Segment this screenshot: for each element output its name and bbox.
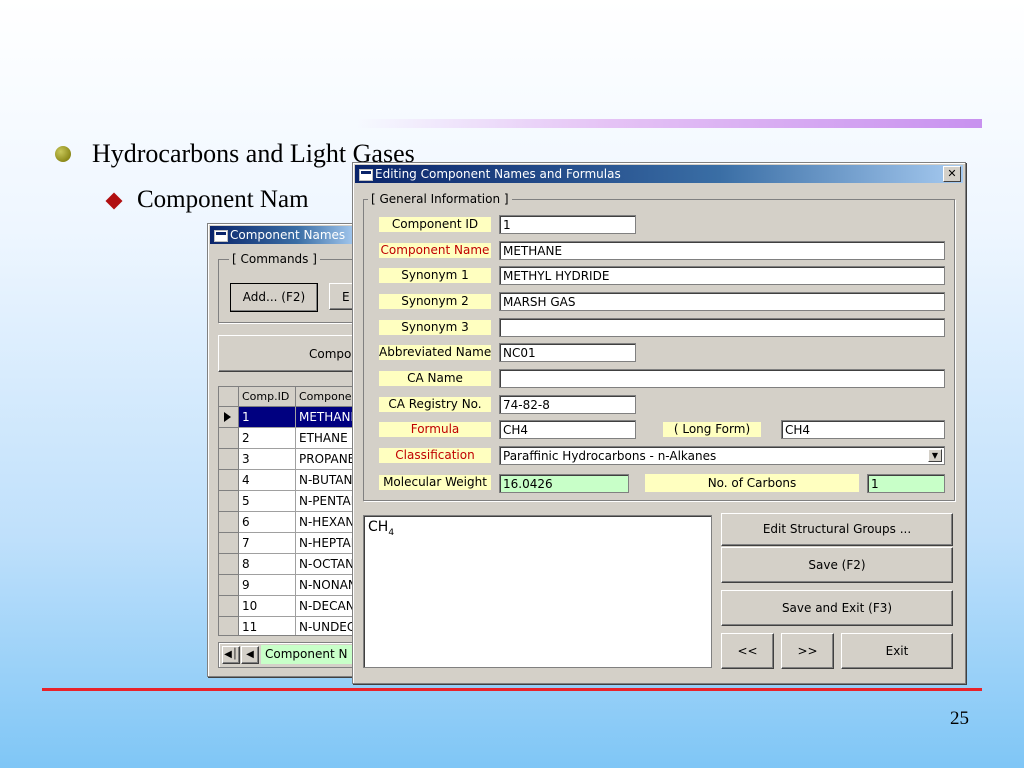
table-row[interactable]: 2 ETHANE — [219, 428, 364, 449]
table-row[interactable]: 4 N-BUTANE — [219, 470, 364, 491]
component-name-field[interactable]: METHANE — [499, 241, 945, 260]
slide-top-bar — [355, 119, 982, 128]
cell-comp-id[interactable]: 1 — [239, 407, 296, 428]
first-record-icon[interactable]: ◀│ — [222, 646, 240, 664]
row-indicator[interactable] — [219, 449, 239, 470]
chevron-down-icon[interactable]: ▼ — [928, 449, 942, 462]
row-pointer-icon[interactable] — [219, 407, 239, 428]
editing-component-dialog: Editing Component Names and Formulas ✕ [… — [352, 162, 966, 684]
molecular-weight-field[interactable]: 16.0426 — [499, 474, 629, 493]
edit-structural-groups-button[interactable]: Edit Structural Groups ... — [721, 513, 953, 546]
ca-registry-field[interactable]: 74-82-8 — [499, 395, 636, 414]
label-long-form: ( Long Form) — [663, 422, 761, 437]
grid-corner — [219, 387, 239, 407]
page-number: 25 — [950, 708, 969, 729]
row-indicator[interactable] — [219, 470, 239, 491]
cell-comp-id[interactable]: 11 — [239, 617, 296, 635]
label-synonym-3: Synonym 3 — [379, 320, 491, 335]
label-no-of-carbons: No. of Carbons — [645, 474, 859, 492]
cell-comp-id[interactable]: 10 — [239, 596, 296, 617]
save-button[interactable]: Save (F2) — [721, 547, 953, 583]
label-ca-name: CA Name — [379, 371, 491, 386]
dialog-titlebar[interactable]: Editing Component Names and Formulas — [355, 165, 963, 183]
dialog-title: Editing Component Names and Formulas — [375, 167, 621, 181]
slide-bottom-line — [42, 688, 982, 691]
prev-record-icon[interactable]: ◀ — [241, 646, 259, 664]
close-icon[interactable]: ✕ — [943, 166, 961, 182]
row-indicator[interactable] — [219, 512, 239, 533]
component-names-window: Component Names [ Commands ] Add... (F2)… — [207, 223, 369, 677]
row-indicator[interactable] — [219, 491, 239, 512]
cell-comp-id[interactable]: 4 — [239, 470, 296, 491]
table-row[interactable]: 9 N-NONAN — [219, 575, 364, 596]
round-bullet-icon — [55, 146, 71, 162]
table-row[interactable]: 3 PROPANE — [219, 449, 364, 470]
exit-button[interactable]: Exit — [841, 633, 953, 669]
row-indicator[interactable] — [219, 428, 239, 449]
label-component-name: Component Name — [379, 243, 491, 258]
memo-formula-sub: 4 — [388, 527, 395, 538]
label-synonym-2: Synonym 2 — [379, 294, 491, 309]
formula-field[interactable]: CH4 — [499, 420, 636, 439]
no-of-carbons-field[interactable]: 1 — [867, 474, 945, 493]
classification-value: Paraffinic Hydrocarbons - n-Alkanes — [503, 449, 717, 463]
label-ca-registry: CA Registry No. — [379, 397, 491, 412]
table-row[interactable]: 1 METHANE — [219, 407, 364, 428]
add-button[interactable]: Add... (F2) — [230, 283, 318, 312]
grid-header-compid[interactable]: Comp.ID — [239, 387, 296, 407]
prev-button[interactable]: << — [721, 633, 774, 669]
formula-memo[interactable]: CH4 — [363, 515, 712, 668]
abbreviated-name-field[interactable]: NC01 — [499, 343, 636, 362]
row-indicator[interactable] — [219, 617, 239, 635]
table-row[interactable]: 11 N-UNDEC — [219, 617, 364, 635]
next-button[interactable]: >> — [781, 633, 834, 669]
synonym-3-field[interactable] — [499, 318, 945, 337]
cell-comp-id[interactable]: 8 — [239, 554, 296, 575]
ca-name-field[interactable] — [499, 369, 945, 388]
label-classification: Classification — [379, 448, 491, 463]
component-wide-button[interactable]: Compo — [218, 335, 363, 372]
cell-comp-id[interactable]: 7 — [239, 533, 296, 554]
label-formula: Formula — [379, 422, 491, 437]
component-id-field[interactable]: 1 — [499, 215, 636, 234]
cell-comp-id[interactable]: 3 — [239, 449, 296, 470]
classification-select[interactable]: Paraffinic Hydrocarbons - n-Alkanes ▼ — [499, 446, 945, 465]
long-form-field[interactable]: CH4 — [781, 420, 945, 439]
row-indicator[interactable] — [219, 575, 239, 596]
cell-comp-id[interactable]: 5 — [239, 491, 296, 512]
commands-group: [ Commands ] Add... (F2) E — [218, 252, 369, 323]
label-abbreviated-name: Abbreviated Name — [379, 345, 492, 360]
row-indicator[interactable] — [219, 533, 239, 554]
commands-group-label: [ Commands ] — [229, 252, 320, 266]
window-icon — [359, 169, 373, 181]
bg-window-title: Component Names — [230, 228, 346, 242]
cell-comp-id[interactable]: 6 — [239, 512, 296, 533]
cell-comp-id[interactable]: 2 — [239, 428, 296, 449]
record-navigator: ◀│ ◀ Component N — [218, 642, 365, 668]
cell-comp-id[interactable]: 9 — [239, 575, 296, 596]
table-row[interactable]: 7 N-HEPTAN — [219, 533, 364, 554]
general-info-label: [ General Information ] — [368, 192, 512, 206]
table-row[interactable]: 8 N-OCTANE — [219, 554, 364, 575]
label-molecular-weight: Molecular Weight — [379, 475, 491, 490]
components-grid[interactable]: Comp.ID Componen 1 METHANE 2 ETHANE 3 PROPANE… — [218, 386, 365, 636]
slide-bullet-2: Component Nam — [137, 186, 309, 213]
memo-formula-base: CH — [368, 519, 389, 535]
table-row[interactable]: 6 N-HEXANE — [219, 512, 364, 533]
synonym-2-field[interactable]: MARSH GAS — [499, 292, 945, 311]
row-indicator[interactable] — [219, 554, 239, 575]
save-and-exit-button[interactable]: Save and Exit (F3) — [721, 590, 953, 626]
row-indicator[interactable] — [219, 596, 239, 617]
nav-record-label: Component N — [261, 645, 364, 664]
label-synonym-1: Synonym 1 — [379, 268, 491, 283]
table-row[interactable]: 10 N-DECANE — [219, 596, 364, 617]
window-icon — [214, 230, 228, 242]
diamond-bullet-icon — [105, 192, 123, 210]
synonym-1-field[interactable]: METHYL HYDRIDE — [499, 266, 945, 285]
table-row[interactable]: 5 N-PENTAN — [219, 491, 364, 512]
bg-window-titlebar[interactable]: Component Names — [210, 226, 356, 244]
label-component-id: Component ID — [379, 217, 491, 232]
